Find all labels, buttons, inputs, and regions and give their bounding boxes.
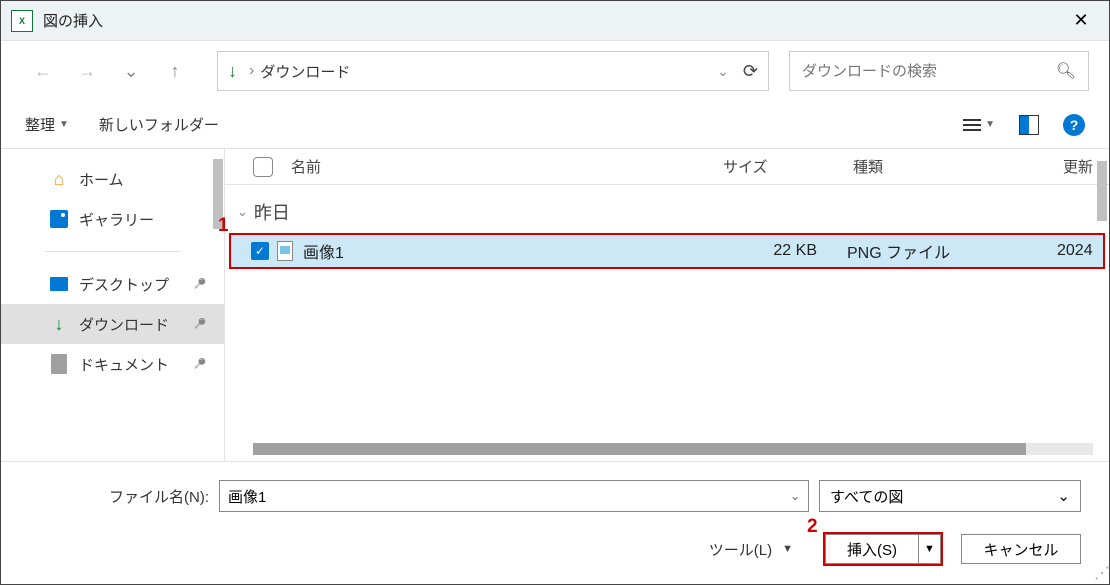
- sidebar-item-label: ドキュメント: [79, 354, 169, 375]
- file-type: PNG ファイル: [847, 239, 1057, 263]
- file-checkbox[interactable]: ✓: [251, 242, 269, 260]
- annotation-2: 2: [807, 516, 818, 538]
- bottom-panel: ファイル名(N): 画像1 ⌄ すべての図 ⌄ ツール(L) ▼ 2 挿入(S)…: [1, 461, 1109, 584]
- image-file-icon: [277, 241, 293, 261]
- path-text: ダウンロード: [260, 61, 717, 82]
- view-mode-button[interactable]: ▼: [963, 119, 995, 131]
- address-bar[interactable]: ↓ › ダウンロード ⌄ ⟳: [217, 51, 769, 91]
- group-label: 昨日: [254, 199, 290, 225]
- annotation-1: 1: [218, 215, 229, 237]
- preview-pane-button[interactable]: [1019, 115, 1039, 135]
- new-folder-button[interactable]: 新しいフォルダー: [99, 114, 219, 135]
- sidebar-item-downloads[interactable]: ↓ ダウンロード 📍︎: [1, 304, 224, 344]
- insert-dropdown-button[interactable]: ▼: [919, 534, 941, 564]
- sidebar-item-label: ギャラリー: [79, 209, 154, 230]
- pin-icon: 📍︎: [188, 273, 211, 296]
- sidebar-item-desktop[interactable]: デスクトップ 📍︎: [1, 264, 224, 304]
- chevron-down-icon: ▼: [782, 543, 793, 555]
- pin-icon: 📍︎: [188, 313, 211, 336]
- path-dropdown-icon[interactable]: ⌄: [717, 63, 729, 80]
- file-list: 名前 サイズ 種類 更新 ⌄ 昨日 1 ✓ 画像1 22 KB PNG ファイル…: [225, 149, 1109, 461]
- column-headers: 名前 サイズ 種類 更新: [225, 149, 1109, 185]
- up-button[interactable]: ↑: [163, 59, 187, 83]
- vertical-scrollbar[interactable]: [1097, 161, 1107, 221]
- document-icon: [49, 354, 69, 374]
- dialog-title: 図の挿入: [43, 10, 103, 31]
- filename-row: ファイル名(N): 画像1 ⌄ すべての図 ⌄: [29, 480, 1081, 512]
- file-name: 画像1: [303, 239, 717, 263]
- insert-button[interactable]: 挿入(S): [825, 534, 919, 564]
- download-icon: ↓: [49, 314, 69, 334]
- sidebar-item-label: ダウンロード: [79, 314, 169, 335]
- help-button[interactable]: ?: [1063, 114, 1085, 136]
- sidebar-item-label: デスクトップ: [79, 274, 169, 295]
- buttons-row: ツール(L) ▼ 2 挿入(S) ▼ キャンセル: [29, 532, 1081, 580]
- home-icon: ⌂: [49, 169, 69, 189]
- search-box[interactable]: 🔍︎: [789, 51, 1089, 91]
- excel-icon: X: [11, 10, 33, 32]
- insert-picture-dialog: X 図の挿入 ✕ ← → ⌄ ↑ ↓ › ダウンロード ⌄ ⟳ 🔍︎ 整理 ▼ …: [0, 0, 1110, 585]
- divider: [45, 251, 180, 252]
- gallery-icon: [49, 209, 69, 229]
- file-row[interactable]: ✓ 画像1 22 KB PNG ファイル 2024: [229, 233, 1105, 269]
- path-separator-icon: ›: [249, 62, 254, 80]
- chevron-down-icon[interactable]: ⌄: [1057, 487, 1070, 505]
- header-size[interactable]: サイズ: [723, 156, 853, 177]
- select-all-checkbox[interactable]: [253, 157, 273, 177]
- new-folder-label: 新しいフォルダー: [99, 114, 219, 135]
- insert-button-group: 2 挿入(S) ▼: [823, 532, 943, 566]
- header-type[interactable]: 種類: [853, 156, 1063, 177]
- filter-label: すべての図: [830, 486, 903, 507]
- cancel-button[interactable]: キャンセル: [961, 534, 1081, 564]
- file-date: 2024: [1057, 242, 1103, 260]
- pin-icon: 📍︎: [188, 353, 211, 376]
- organize-button[interactable]: 整理 ▼: [25, 114, 69, 135]
- download-folder-icon: ↓: [228, 61, 237, 82]
- organize-label: 整理: [25, 114, 55, 135]
- chevron-down-icon[interactable]: ⌄: [790, 489, 800, 503]
- refresh-button[interactable]: ⟳: [743, 61, 758, 82]
- chevron-down-icon: ▼: [985, 119, 995, 130]
- horizontal-scrollbar[interactable]: [253, 443, 1093, 455]
- sidebar: ⌂ ホーム ギャラリー デスクトップ 📍︎ ↓ ダウンロード 📍︎ ドキュメント: [1, 149, 225, 461]
- filename-input[interactable]: 画像1 ⌄: [219, 480, 809, 512]
- search-icon[interactable]: 🔍︎: [1056, 61, 1076, 81]
- sidebar-item-home[interactable]: ⌂ ホーム: [1, 159, 224, 199]
- recent-dropdown[interactable]: ⌄: [119, 59, 143, 83]
- list-icon: [963, 119, 981, 131]
- sidebar-item-documents[interactable]: ドキュメント 📍︎: [1, 344, 224, 384]
- sidebar-item-label: ホーム: [79, 169, 124, 190]
- back-button[interactable]: ←: [31, 59, 55, 83]
- group-header-yesterday[interactable]: ⌄ 昨日 1: [225, 185, 1109, 233]
- titlebar: X 図の挿入 ✕: [1, 1, 1109, 41]
- tools-button[interactable]: ツール(L) ▼: [709, 539, 793, 560]
- toolbar: 整理 ▼ 新しいフォルダー ▼ ?: [1, 101, 1109, 149]
- desktop-icon: [49, 274, 69, 294]
- close-button[interactable]: ✕: [1063, 7, 1099, 35]
- resize-grip-icon[interactable]: ⋰: [1094, 569, 1108, 583]
- tools-label: ツール(L): [709, 539, 772, 560]
- navbar: ← → ⌄ ↑ ↓ › ダウンロード ⌄ ⟳ 🔍︎: [1, 41, 1109, 101]
- chevron-down-icon: ▼: [59, 119, 69, 130]
- file-type-filter[interactable]: すべての図 ⌄: [819, 480, 1081, 512]
- search-input[interactable]: [802, 63, 1056, 80]
- sidebar-item-gallery[interactable]: ギャラリー: [1, 199, 224, 239]
- chevron-down-icon: ⌄: [237, 204, 248, 220]
- filename-label: ファイル名(N):: [109, 486, 209, 507]
- forward-button[interactable]: →: [75, 59, 99, 83]
- header-name[interactable]: 名前: [291, 156, 723, 177]
- main-area: ⌂ ホーム ギャラリー デスクトップ 📍︎ ↓ ダウンロード 📍︎ ドキュメント: [1, 149, 1109, 461]
- file-size: 22 KB: [717, 242, 847, 260]
- filename-value: 画像1: [228, 486, 266, 507]
